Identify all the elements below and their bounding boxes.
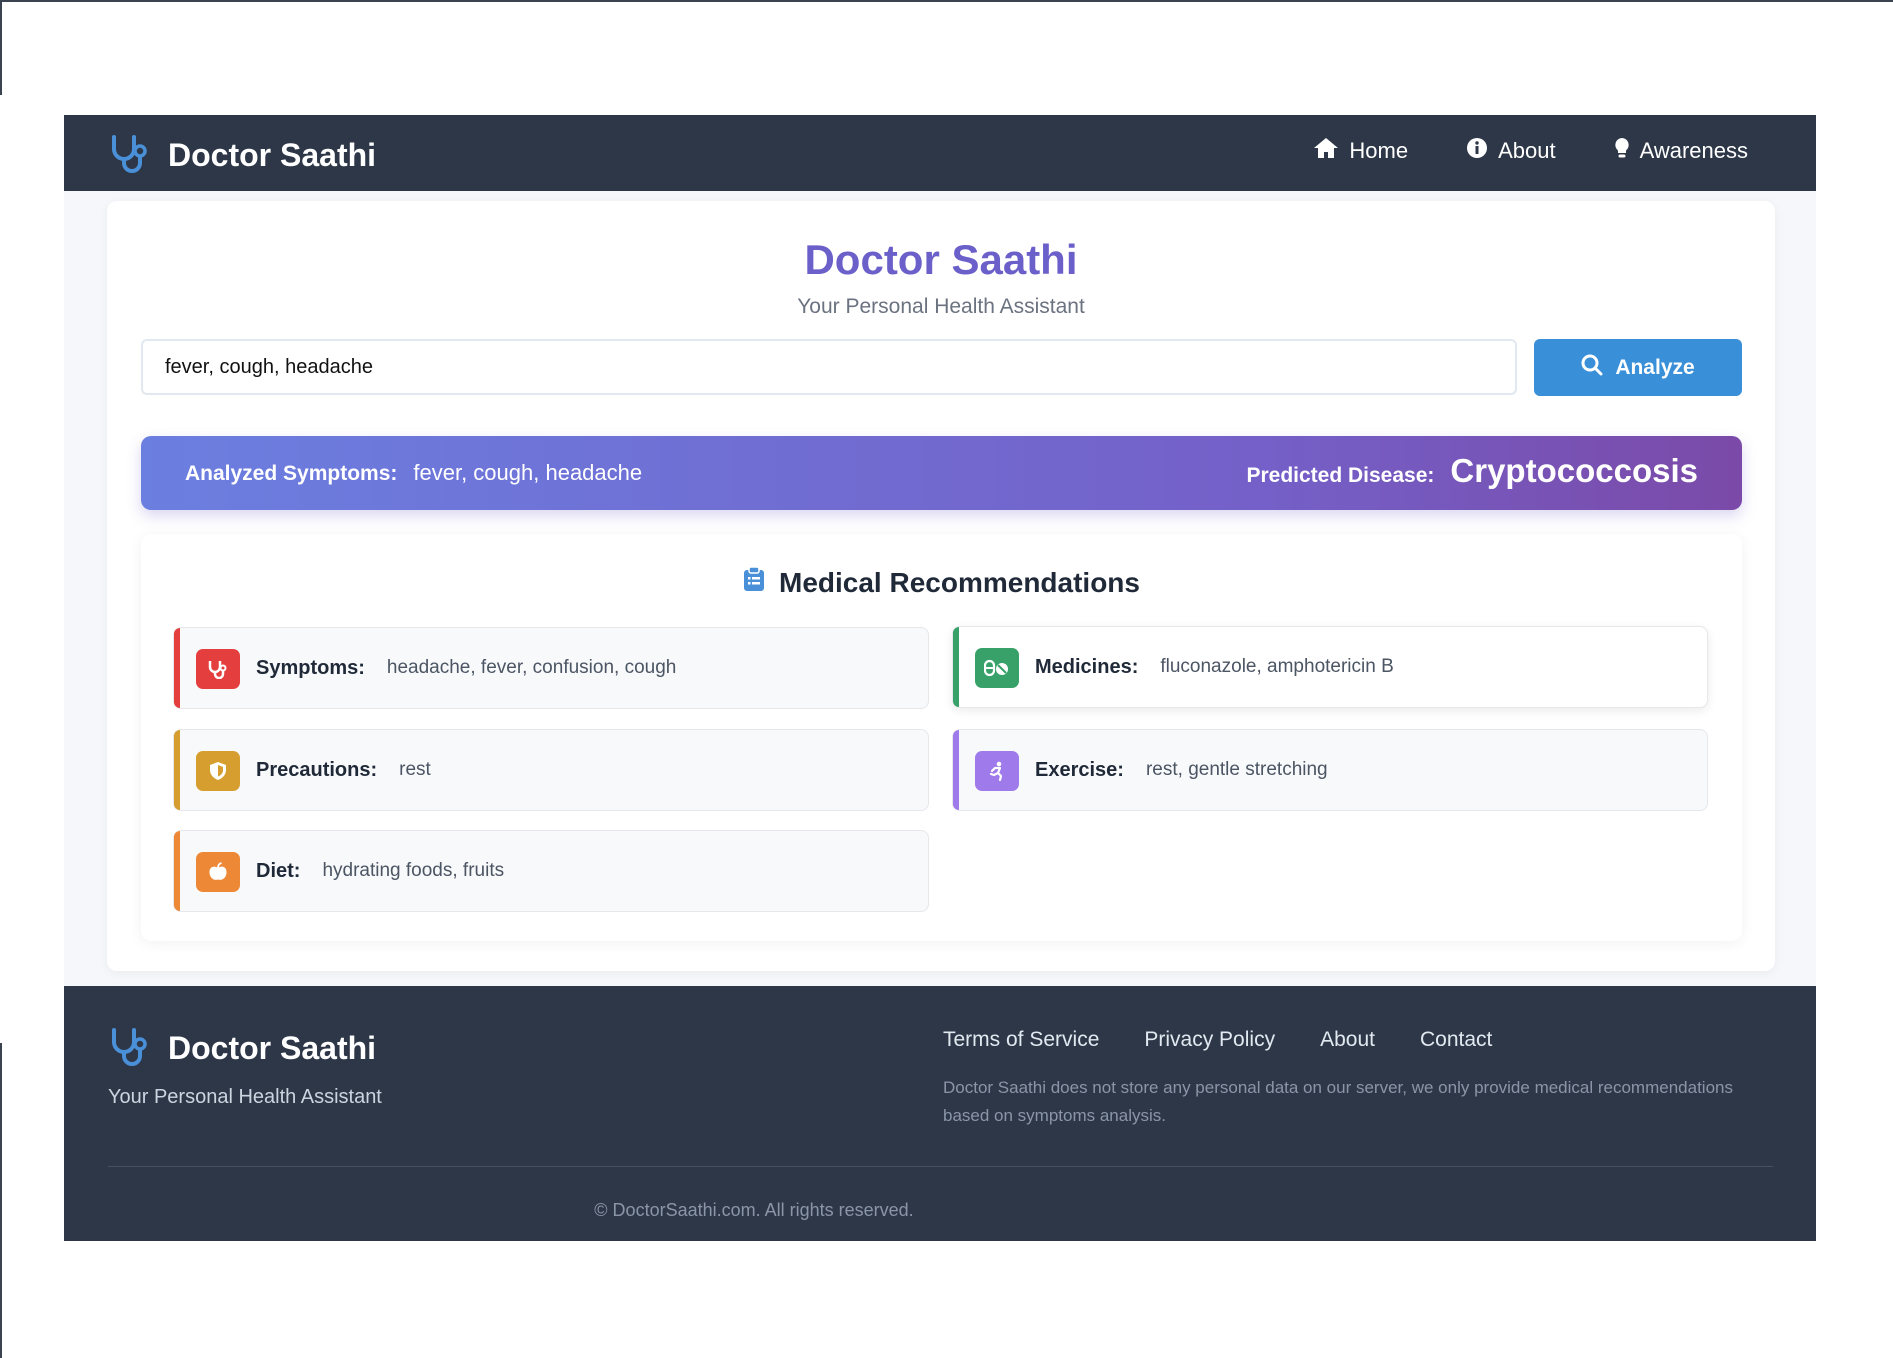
nav-links: Home About Awareness <box>1313 137 1748 165</box>
rec-text: Precautions: rest <box>256 730 431 810</box>
rec-text: Medicines: fluconazole, amphotericin B <box>1035 627 1394 707</box>
rec-value: hydrating foods, fruits <box>322 860 505 881</box>
stethoscope-icon <box>196 649 240 689</box>
rec-value: headache, fever, confusion, cough <box>386 657 677 678</box>
rec-label: Symptoms: <box>256 656 365 679</box>
window-border-top <box>0 0 1893 2</box>
main-card: Doctor Saathi Your Personal Health Assis… <box>107 201 1775 971</box>
stethoscope-icon <box>108 133 152 178</box>
footer: Doctor Saathi Your Personal Health Assis… <box>64 986 1816 1241</box>
footer-link-privacy[interactable]: Privacy Policy <box>1144 1028 1275 1052</box>
search-icon <box>1581 354 1603 382</box>
analyzed-symptoms: Analyzed Symptoms: fever, cough, headach… <box>185 460 642 486</box>
accent-bar <box>174 628 180 708</box>
footer-subtitle: Your Personal Health Assistant <box>108 1086 382 1108</box>
app-root: Doctor Saathi Home About Awareness Docto… <box>64 115 1816 1241</box>
window-border-left-lower <box>0 1043 2 1358</box>
rec-text: Exercise: rest, gentle stretching <box>1035 730 1328 810</box>
clipboard-icon <box>743 566 765 599</box>
footer-divider <box>108 1166 1773 1167</box>
nav-link-label: About <box>1498 138 1556 163</box>
nav-link-about[interactable]: About <box>1466 137 1556 165</box>
analyzed-symptoms-label: Analyzed Symptoms: <box>185 462 398 485</box>
rec-value: rest, gentle stretching <box>1145 759 1328 780</box>
footer-link-contact[interactable]: Contact <box>1420 1028 1492 1052</box>
window-border-left <box>0 0 2 95</box>
symptoms-input[interactable] <box>141 339 1517 395</box>
info-icon <box>1466 137 1488 165</box>
predicted-disease-value: Cryptococcosis <box>1450 452 1698 489</box>
pills-icon <box>975 648 1019 688</box>
brand-title: Doctor Saathi <box>168 137 377 173</box>
recommendations-title: Medical Recommendations <box>779 566 1140 598</box>
rec-text: Symptoms: headache, fever, confusion, co… <box>256 628 676 708</box>
rec-label: Precautions: <box>256 758 378 781</box>
rec-label: Diet: <box>256 859 301 882</box>
nav-link-label: Awareness <box>1639 138 1748 163</box>
nav-link-label: Home <box>1349 138 1409 163</box>
rec-label: Exercise: <box>1035 758 1124 781</box>
recommendations-heading: Medical Recommendations <box>141 566 1742 599</box>
privacy-note: Doctor Saathi does not store any persona… <box>943 1078 1733 1125</box>
navbar: Doctor Saathi Home About Awareness <box>64 115 1816 191</box>
analyze-button[interactable]: Analyze <box>1534 339 1742 396</box>
predicted-disease: Predicted Disease: Cryptococcosis <box>1246 452 1698 490</box>
accent-bar <box>953 730 959 810</box>
footer-links: Terms of Service Privacy Policy About Co… <box>943 1028 1492 1052</box>
rec-item-symptoms: Symptoms: headache, fever, confusion, co… <box>173 627 929 709</box>
rec-value: rest <box>399 759 431 780</box>
home-icon <box>1313 137 1339 165</box>
lightbulb-icon <box>1614 137 1630 165</box>
rec-item-exercise: Exercise: rest, gentle stretching <box>952 729 1708 811</box>
rec-value: fluconazole, amphotericin B <box>1160 656 1394 677</box>
result-banner: Analyzed Symptoms: fever, cough, headach… <box>141 436 1742 510</box>
analyze-button-label: Analyze <box>1615 355 1695 379</box>
accent-bar <box>174 730 180 810</box>
footer-brand-title: Doctor Saathi <box>168 1030 377 1066</box>
page-title: Doctor Saathi <box>804 236 1078 283</box>
page-subtitle: Your Personal Health Assistant <box>797 295 1085 318</box>
rec-item-precautions: Precautions: rest <box>173 729 929 811</box>
analyzed-symptoms-value: fever, cough, headache <box>413 460 643 485</box>
rec-item-diet: Diet: hydrating foods, fruits <box>173 830 929 912</box>
shield-icon <box>196 751 240 791</box>
apple-icon <box>196 852 240 892</box>
copyright: © DoctorSaathi.com. All rights reserved. <box>594 1200 914 1220</box>
footer-link-terms[interactable]: Terms of Service <box>943 1028 1099 1052</box>
rec-item-medicines: Medicines: fluconazole, amphotericin B <box>952 626 1708 708</box>
rec-label: Medicines: <box>1035 655 1139 678</box>
brand[interactable]: Doctor Saathi <box>108 133 376 178</box>
nav-link-awareness[interactable]: Awareness <box>1614 137 1748 165</box>
nav-link-home[interactable]: Home <box>1313 137 1408 165</box>
footer-link-about[interactable]: About <box>1320 1028 1375 1052</box>
predicted-disease-label: Predicted Disease: <box>1246 464 1435 487</box>
running-icon <box>975 751 1019 791</box>
rec-text: Diet: hydrating foods, fruits <box>256 831 504 911</box>
stethoscope-icon <box>108 1026 152 1071</box>
footer-brand: Doctor Saathi <box>108 1026 376 1071</box>
accent-bar <box>174 831 180 911</box>
recommendations-panel: Medical Recommendations Symptoms: headac… <box>141 534 1742 941</box>
accent-bar <box>953 627 959 707</box>
